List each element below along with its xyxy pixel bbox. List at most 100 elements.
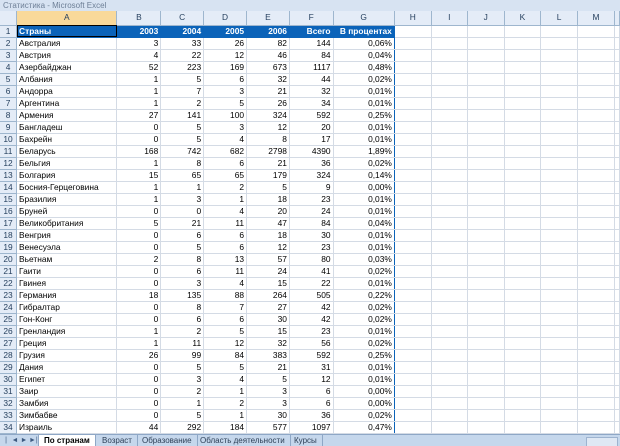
value-cell[interactable]: 82 [246, 37, 290, 50]
empty-cell[interactable] [614, 265, 620, 278]
empty-cell[interactable] [504, 121, 542, 134]
empty-cell[interactable] [577, 37, 616, 50]
country-cell[interactable]: Заир [16, 385, 118, 398]
empty-cell[interactable] [431, 277, 468, 290]
value-cell[interactable]: 6 [203, 313, 248, 326]
empty-cell[interactable] [577, 133, 616, 146]
empty-cell[interactable] [577, 97, 616, 110]
value-cell[interactable]: 1 [116, 181, 162, 194]
row-header[interactable]: 28 [0, 349, 18, 362]
select-all-corner[interactable] [0, 11, 18, 26]
value-cell[interactable]: 88 [203, 289, 248, 302]
value-cell[interactable]: 0 [116, 385, 162, 398]
value-cell[interactable]: 0 [116, 409, 162, 422]
empty-cell[interactable] [467, 145, 505, 158]
empty-cell[interactable] [577, 73, 616, 86]
empty-cell[interactable] [577, 421, 616, 434]
value-cell[interactable]: 17 [289, 133, 334, 146]
value-cell[interactable]: 5 [203, 325, 248, 338]
empty-cell[interactable] [394, 157, 432, 170]
value-cell[interactable]: 3 [116, 37, 162, 50]
empty-cell[interactable] [431, 313, 468, 326]
empty-cell[interactable] [431, 217, 468, 230]
empty-cell[interactable] [577, 169, 616, 182]
empty-cell[interactable] [614, 193, 620, 206]
empty-cell[interactable] [467, 301, 505, 314]
value-cell[interactable]: 0,14% [333, 169, 395, 182]
empty-cell[interactable] [431, 37, 468, 50]
empty-cell[interactable] [467, 421, 505, 434]
value-cell[interactable]: 1 [203, 409, 248, 422]
empty-cell[interactable] [504, 181, 542, 194]
empty-cell[interactable] [431, 253, 468, 266]
empty-cell[interactable] [467, 325, 505, 338]
country-cell[interactable]: Бангладеш [16, 121, 118, 134]
country-cell[interactable]: Азербайджан [16, 61, 118, 74]
column-header-h[interactable]: H [394, 11, 432, 26]
value-cell[interactable]: 5 [160, 361, 205, 374]
empty-cell[interactable] [577, 337, 616, 350]
empty-cell[interactable] [540, 409, 578, 422]
row-header[interactable]: 33 [0, 409, 18, 422]
tab-obrazovanie[interactable]: Образование [137, 435, 198, 446]
empty-cell[interactable] [431, 145, 468, 158]
empty-cell[interactable] [577, 25, 616, 38]
empty-cell[interactable] [431, 193, 468, 206]
value-cell[interactable]: 179 [246, 169, 290, 182]
empty-cell[interactable] [504, 361, 542, 374]
empty-cell[interactable] [467, 349, 505, 362]
empty-cell[interactable] [614, 313, 620, 326]
value-cell[interactable]: 0,25% [333, 109, 395, 122]
empty-cell[interactable] [467, 169, 505, 182]
empty-cell[interactable] [614, 229, 620, 242]
empty-cell[interactable] [540, 253, 578, 266]
value-cell[interactable]: 65 [203, 169, 248, 182]
value-cell[interactable]: 1 [116, 193, 162, 206]
empty-cell[interactable] [540, 61, 578, 74]
value-cell[interactable]: 20 [246, 205, 290, 218]
value-cell[interactable]: 8 [160, 301, 205, 314]
empty-cell[interactable] [467, 49, 505, 62]
value-cell[interactable]: 6 [289, 397, 334, 410]
value-cell[interactable]: 26 [203, 37, 248, 50]
value-cell[interactable]: 3 [246, 397, 290, 410]
value-cell[interactable]: 24 [246, 265, 290, 278]
empty-cell[interactable] [467, 181, 505, 194]
value-cell[interactable]: 52 [116, 61, 162, 74]
value-cell[interactable]: 1 [203, 385, 248, 398]
empty-cell[interactable] [540, 169, 578, 182]
value-cell[interactable]: 5 [116, 217, 162, 230]
empty-cell[interactable] [504, 337, 542, 350]
value-cell[interactable]: 0,01% [333, 229, 395, 242]
value-cell[interactable]: 1 [160, 397, 205, 410]
value-cell[interactable]: 0,02% [333, 157, 395, 170]
empty-cell[interactable] [504, 85, 542, 98]
country-cell[interactable]: Австрия [16, 49, 118, 62]
empty-cell[interactable] [504, 217, 542, 230]
empty-cell[interactable] [431, 133, 468, 146]
empty-cell[interactable] [577, 121, 616, 134]
value-cell[interactable]: 32 [246, 337, 290, 350]
empty-cell[interactable] [467, 409, 505, 422]
value-cell[interactable]: 22 [289, 277, 334, 290]
empty-cell[interactable] [394, 25, 432, 38]
value-cell[interactable]: 0,04% [333, 49, 395, 62]
value-cell[interactable]: 18 [116, 289, 162, 302]
value-cell[interactable]: 0,48% [333, 61, 395, 74]
empty-cell[interactable] [467, 385, 505, 398]
empty-cell[interactable] [614, 325, 620, 338]
empty-cell[interactable] [540, 109, 578, 122]
value-cell[interactable]: 1 [116, 73, 162, 86]
empty-cell[interactable] [394, 277, 432, 290]
empty-cell[interactable] [431, 85, 468, 98]
column-header-b[interactable]: B [116, 11, 162, 26]
empty-cell[interactable] [504, 37, 542, 50]
empty-cell[interactable] [394, 349, 432, 362]
country-cell[interactable]: Замбия [16, 397, 118, 410]
empty-cell[interactable] [540, 73, 578, 86]
value-cell[interactable]: 5 [160, 409, 205, 422]
value-cell[interactable]: 2798 [246, 145, 290, 158]
value-cell[interactable]: 4 [203, 373, 248, 386]
value-cell[interactable]: 3 [160, 373, 205, 386]
value-cell[interactable]: 5 [246, 181, 290, 194]
